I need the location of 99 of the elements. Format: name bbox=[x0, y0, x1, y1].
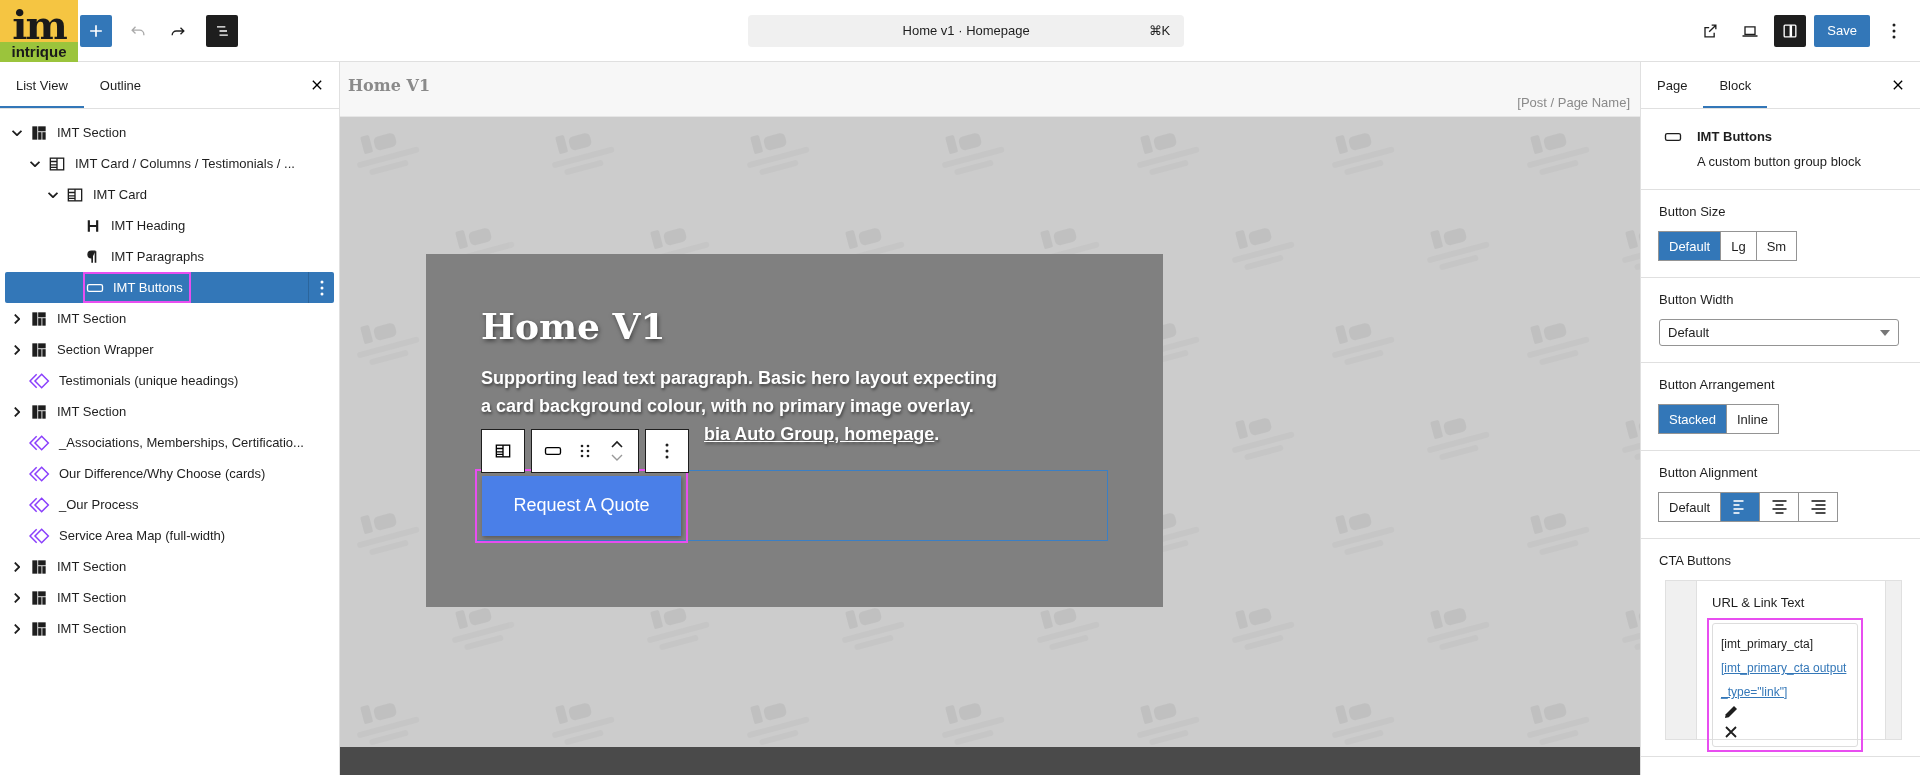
panel-tab[interactable]: List View bbox=[0, 62, 84, 108]
block-label: IMT Section bbox=[57, 311, 127, 326]
panel-tab[interactable]: Block bbox=[1703, 62, 1768, 108]
list-view-row[interactable]: IMT Heading bbox=[5, 210, 334, 241]
chevron-right-icon[interactable] bbox=[14, 623, 20, 634]
block-label: Testimonials (unique headings) bbox=[59, 373, 239, 388]
block-label: IMT Section bbox=[57, 590, 127, 605]
list-view-row[interactable]: IMT Paragraphs bbox=[5, 241, 334, 272]
list-view-row[interactable]: _Associations, Memberships, Certificatio... bbox=[5, 427, 334, 458]
align-right-icon bbox=[1810, 500, 1826, 514]
chevron-right-icon[interactable] bbox=[14, 313, 20, 324]
section-title: Button Arrangement bbox=[1659, 377, 1776, 392]
chevron-right-icon[interactable] bbox=[14, 561, 20, 572]
block-label: IMT Card / Columns / Testimonials / ... bbox=[75, 156, 295, 171]
block-label: IMT Paragraphs bbox=[111, 249, 204, 264]
document-overview-button[interactable] bbox=[206, 14, 238, 47]
pattern-diamond-icon bbox=[29, 463, 51, 484]
block-label: Section Wrapper bbox=[57, 342, 154, 357]
block-description: A custom button group block bbox=[1697, 154, 1862, 169]
list-view-row[interactable]: Our Difference/Why Choose (cards) bbox=[5, 458, 334, 489]
section-title: CTA Buttons bbox=[1659, 553, 1732, 568]
block-label: IMT Section bbox=[57, 404, 127, 419]
block-label: IMT Section bbox=[57, 621, 127, 636]
list-view-row[interactable]: IMT Buttons bbox=[5, 272, 334, 303]
more-vertical-icon bbox=[1892, 22, 1896, 39]
shortcode-text: [imt_primary_cta] bbox=[1721, 637, 1814, 651]
hero-heading: Home V1 bbox=[481, 304, 667, 348]
chevron-right-icon[interactable] bbox=[14, 344, 20, 355]
request-quote-button[interactable]: Request A Quote bbox=[482, 475, 681, 536]
chevron-right-icon[interactable] bbox=[14, 406, 20, 417]
add-block-button[interactable] bbox=[80, 14, 112, 47]
list-view-row[interactable]: IMT Section bbox=[5, 117, 334, 148]
section-title: Button Width bbox=[1659, 292, 1735, 307]
pencil-icon[interactable] bbox=[1725, 706, 1737, 718]
block-label: IMT Buttons bbox=[113, 280, 183, 295]
alignment-button[interactable] bbox=[1798, 492, 1839, 522]
block-label: _Our Process bbox=[59, 497, 139, 512]
list-view-row[interactable]: Service Area Map (full-width) bbox=[5, 520, 334, 551]
list-view-row[interactable]: IMT Section bbox=[5, 303, 334, 334]
panel-tab[interactable]: Page bbox=[1641, 62, 1704, 108]
block-title: IMT Buttons bbox=[1697, 129, 1774, 144]
list-view-row[interactable]: IMT Section bbox=[5, 396, 334, 427]
more-vertical-icon bbox=[665, 443, 669, 459]
page-title: Home V1 bbox=[348, 76, 430, 97]
segment-button[interactable]: Inline bbox=[1726, 404, 1780, 434]
segment-button[interactable]: Default bbox=[1658, 492, 1722, 522]
pattern-diamond-icon bbox=[29, 494, 51, 515]
page-name: [Post / Page Name] bbox=[1517, 95, 1630, 110]
segment-button[interactable]: Default bbox=[1658, 231, 1722, 261]
logo[interactable]: im intrique bbox=[0, 0, 78, 62]
chevron-down-icon[interactable] bbox=[48, 191, 58, 198]
segment-button[interactable]: Lg bbox=[1720, 231, 1757, 261]
hero-link[interactable]: bia Auto Group, homepage bbox=[704, 423, 935, 445]
list-view-row[interactable]: IMT Section bbox=[5, 582, 334, 613]
list-view-row[interactable]: Section Wrapper bbox=[5, 334, 334, 365]
segment-button[interactable]: Stacked bbox=[1658, 404, 1727, 434]
field-label: URL & Link Text bbox=[1712, 595, 1805, 610]
block-label: _Associations, Memberships, Certificatio... bbox=[59, 435, 304, 450]
list-view-row[interactable]: IMT Section bbox=[5, 551, 334, 582]
more-vertical-icon bbox=[319, 279, 324, 296]
list-view-row[interactable]: _Our Process bbox=[5, 489, 334, 520]
document-title: Home v1 · Homepage bbox=[902, 23, 1030, 38]
list-view-row[interactable]: IMT Card / Columns / Testimonials / ... bbox=[5, 148, 334, 179]
section-title: Button Alignment bbox=[1659, 465, 1759, 480]
list-view-row[interactable]: Testimonials (unique headings) bbox=[5, 365, 334, 396]
drag-handle-icon bbox=[580, 444, 590, 458]
hero-paragraph: Supporting lead text paragraph. Basic hero layout expecting a card background colour, with no primary image overlay. bbox=[481, 367, 999, 418]
panel-tab[interactable]: Outline bbox=[83, 62, 157, 108]
segment-button[interactable]: Sm bbox=[1755, 231, 1798, 261]
align-center-icon bbox=[1771, 500, 1787, 514]
pattern-diamond-icon bbox=[29, 525, 51, 546]
shortcode-link[interactable]: [imt_primary_cta output_type="link"] bbox=[1721, 656, 1853, 704]
chevron-right-icon[interactable] bbox=[14, 592, 20, 603]
logo-wordmark: intrique bbox=[0, 41, 78, 62]
list-view-row[interactable]: IMT Section bbox=[5, 613, 334, 644]
settings-sidebar-button[interactable] bbox=[1774, 14, 1807, 47]
save-button[interactable]: Save bbox=[1814, 14, 1870, 47]
alignment-button[interactable] bbox=[1759, 492, 1800, 522]
block-label: IMT Section bbox=[57, 125, 127, 140]
shortcut-hint: ⌘K bbox=[1148, 23, 1171, 38]
logo-mark: im bbox=[12, 7, 66, 42]
command-bar[interactable]: Home v1 · Homepage ⌘K bbox=[748, 14, 1185, 47]
block-label: Service Area Map (full-width) bbox=[59, 528, 226, 543]
block-label: IMT Section bbox=[57, 559, 127, 574]
select-field[interactable]: Default bbox=[1659, 319, 1899, 346]
pattern-diamond-icon bbox=[29, 370, 51, 391]
section-title: Button Size bbox=[1659, 204, 1727, 219]
up-down-chevron-icon bbox=[610, 440, 624, 462]
block-label: IMT Heading bbox=[111, 218, 186, 233]
block-label: IMT Card bbox=[93, 187, 147, 202]
list-view-row[interactable]: IMT Card bbox=[5, 179, 334, 210]
chevron-down-icon[interactable] bbox=[12, 129, 22, 136]
alignment-button[interactable] bbox=[1720, 492, 1761, 522]
dropdown-arrow-icon bbox=[1880, 329, 1890, 336]
close-icon[interactable] bbox=[1725, 726, 1737, 738]
chevron-down-icon[interactable] bbox=[30, 160, 40, 167]
pattern-diamond-icon bbox=[29, 432, 51, 453]
block-label: Our Difference/Why Choose (cards) bbox=[59, 466, 266, 481]
period-text: . bbox=[934, 423, 940, 445]
